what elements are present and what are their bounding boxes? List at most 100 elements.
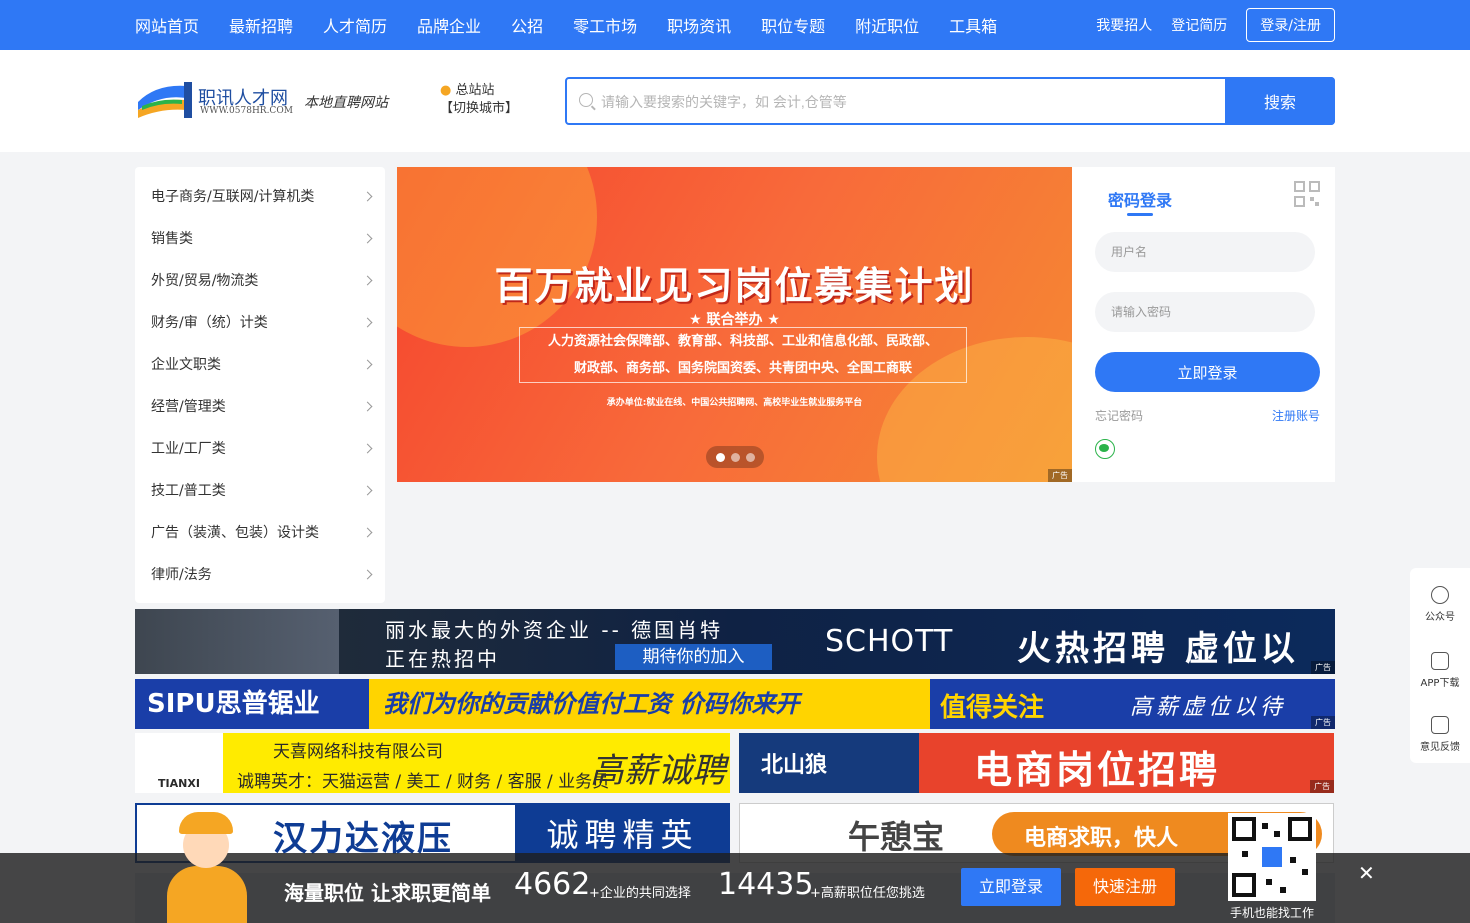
login-panel: 密码登录 立即登录 忘记密码 注册账号 xyxy=(1072,167,1335,482)
category-label: 外贸/贸易/物流类 xyxy=(151,273,259,289)
category-label: 财务/审（统）计类 xyxy=(151,315,268,331)
site-header: 职讯人才网 WWW.0578HR.COM 本地直聘网站 ● 总站站 【切换城市】… xyxy=(0,50,1470,152)
category-item[interactable]: 广告（装潢、包装）设计类 xyxy=(135,511,385,553)
job-count-label: +高薪职位任您挑选 xyxy=(810,886,925,901)
app-download-tool[interactable]: APP下载 xyxy=(1410,652,1470,689)
mascot-hat xyxy=(179,812,233,834)
search-box: 搜索 xyxy=(565,77,1335,125)
mobile-icon xyxy=(1431,652,1449,670)
wechat-login-icon[interactable] xyxy=(1095,439,1115,459)
password-field[interactable] xyxy=(1095,292,1315,332)
category-label: 电子商务/互联网/计算机类 xyxy=(151,189,315,205)
ad-text: 诚聘英才：天猫运营 / 美工 / 财务 / 客服 / 业务员 xyxy=(237,772,610,792)
nav-gig-market[interactable]: 零工市场 xyxy=(573,13,637,37)
username-field[interactable] xyxy=(1095,232,1315,272)
banner-subtitle: ★ 联合举办 ★ xyxy=(689,312,780,328)
carousel-dot[interactable] xyxy=(730,452,740,462)
main-nav: 网站首页 最新招聘 人才简历 品牌企业 公招 零工市场 职场资讯 职位专题 附近… xyxy=(135,0,1027,50)
edit-icon xyxy=(1431,716,1449,734)
carousel-dot[interactable] xyxy=(745,452,755,462)
carousel-dots xyxy=(706,446,764,468)
city-selector[interactable]: ● 总站站 【切换城市】 xyxy=(440,82,518,118)
nav-career-news[interactable]: 职场资讯 xyxy=(667,13,731,37)
category-item[interactable]: 技工/普工类 xyxy=(135,469,385,511)
ad-text: 高薪虚位以待 xyxy=(1130,695,1287,720)
category-item[interactable]: 销售类 xyxy=(135,217,385,259)
nav-public-recruit[interactable]: 公招 xyxy=(511,13,543,37)
promo-slogan: 海量职位 让求职更简单 xyxy=(284,881,491,905)
tool-label: APP下载 xyxy=(1420,678,1460,689)
ad-brand: SIPU思普锯业 xyxy=(135,679,369,729)
tool-label: 意见反馈 xyxy=(1420,742,1460,753)
nav-nearby-jobs[interactable]: 附近职位 xyxy=(855,13,919,37)
chevron-right-icon xyxy=(362,569,373,579)
category-item[interactable]: 财务/审（统）计类 xyxy=(135,301,385,343)
nav-resumes[interactable]: 人才简历 xyxy=(323,13,387,37)
ad-banner-schott[interactable]: 丽水最大的外资企业 -- 德国肖特 正在热招中 期待你的加入 SCHOTT 火热… xyxy=(135,609,1335,674)
ad-tag: 广告 xyxy=(1048,469,1072,482)
nav-job-topics[interactable]: 职位专题 xyxy=(761,13,825,37)
ad-slogan: 火热招聘 虚位以待 xyxy=(1017,629,1299,669)
ad-company-name: 天喜网络科技有限公司 xyxy=(273,742,443,762)
site-logo-icon[interactable] xyxy=(136,80,196,120)
category-item[interactable]: 工业/工厂类 xyxy=(135,427,385,469)
nav-brand-companies[interactable]: 品牌企业 xyxy=(417,13,481,37)
forgot-password-link[interactable]: 忘记密码 xyxy=(1095,407,1143,424)
ad-banner-bswolf[interactable]: 北山狼 电商岗位招聘 广告 xyxy=(739,733,1334,793)
category-item[interactable]: 经营/管理类 xyxy=(135,385,385,427)
ad-banner-sipu[interactable]: SIPU思普锯业 我们为你的贡献价值付工资 价码你来开 值得关注 高薪虚位以待 … xyxy=(135,679,1335,729)
search-input[interactable] xyxy=(601,87,1221,117)
category-item[interactable]: 律师/法务 xyxy=(135,553,385,595)
ad-block: 值得关注 高薪虚位以待 xyxy=(930,679,1335,729)
wechat-icon xyxy=(1431,586,1449,604)
hero-carousel[interactable]: 百万就业见习岗位募集计划 ★ 联合举办 ★ 人力资源社会保障部、教育部、科技部、… xyxy=(397,167,1072,482)
company-count: 4662 xyxy=(514,867,591,902)
bottom-login-button[interactable]: 立即登录 xyxy=(961,868,1061,906)
nav-latest-jobs[interactable]: 最新招聘 xyxy=(229,13,293,37)
login-register-button[interactable]: 登录/注册 xyxy=(1246,8,1335,42)
bottom-register-button[interactable]: 快速注册 xyxy=(1075,868,1175,906)
category-label: 经营/管理类 xyxy=(151,399,226,415)
mascot-illustration xyxy=(145,808,275,923)
ad-tag: 广告 xyxy=(1311,716,1335,729)
ad-tag: 广告 xyxy=(1310,780,1334,793)
qr-code-icon[interactable] xyxy=(1294,181,1320,207)
ad-banner-tianxi[interactable]: TIANXI 天喜网络科技有限公司 诚聘英才：天猫运营 / 美工 / 财务 / … xyxy=(135,733,730,793)
tab-password-login[interactable]: 密码登录 xyxy=(1108,187,1172,211)
ad-brand: SCHOTT xyxy=(825,624,954,659)
current-city: 总站站 xyxy=(455,83,495,98)
ad-text: 我们为你的贡献价值付工资 价码你来开 xyxy=(383,690,800,718)
wechat-account-tool[interactable]: 公众号 xyxy=(1410,586,1470,623)
category-menu: 电子商务/互联网/计算机类 销售类 外贸/贸易/物流类 财务/审（统）计类 企业… xyxy=(135,167,385,603)
ad-text: 正在热招中 xyxy=(385,647,500,671)
feedback-tool[interactable]: 意见反馈 xyxy=(1410,716,1470,753)
nav-home[interactable]: 网站首页 xyxy=(135,13,199,37)
login-button[interactable]: 立即登录 xyxy=(1095,352,1320,392)
location-pin-icon: ● xyxy=(440,83,452,98)
register-resume-link[interactable]: 登记简历 xyxy=(1171,15,1227,35)
banner-organizers-line: 财政部、商务部、国务院国资委、共青团中央、全国工商联 xyxy=(573,361,912,376)
category-item[interactable]: 外贸/贸易/物流类 xyxy=(135,259,385,301)
post-job-link[interactable]: 我要招人 xyxy=(1096,15,1152,35)
chevron-right-icon xyxy=(362,443,373,453)
nav-toolbox[interactable]: 工具箱 xyxy=(949,13,997,37)
category-label: 广告（装潢、包装）设计类 xyxy=(151,525,319,541)
category-item[interactable]: 电子商务/互联网/计算机类 xyxy=(135,175,385,217)
category-item[interactable]: 企业文职类 xyxy=(135,343,385,385)
chevron-right-icon xyxy=(362,527,373,537)
banner-organizers-line: 人力资源社会保障部、教育部、科技部、工业和信息化部、民政部、 xyxy=(547,334,938,349)
qr-caption: 手机也能找工作 xyxy=(1230,906,1315,920)
close-icon[interactable]: ✕ xyxy=(1358,861,1375,885)
switch-city-link[interactable]: 【切换城市】 xyxy=(440,100,518,118)
chevron-right-icon xyxy=(362,359,373,369)
ad-logo: 北山狼 xyxy=(739,733,919,793)
register-link[interactable]: 注册账号 xyxy=(1272,407,1320,424)
banner-host: 承办单位:就业在线、中国公共招聘网、高校毕业生就业服务平台 xyxy=(606,398,863,408)
ad-slogan: 高薪诚聘 xyxy=(590,751,726,791)
chevron-right-icon xyxy=(362,233,373,243)
banner-organizers: 人力资源社会保障部、教育部、科技部、工业和信息化部、民政部、 财政部、商务部、国… xyxy=(519,327,967,383)
mascot-body xyxy=(167,866,247,923)
search-button[interactable]: 搜索 xyxy=(1225,77,1335,125)
ad-logo: TIANXI xyxy=(135,733,223,793)
carousel-dot[interactable] xyxy=(715,452,725,462)
